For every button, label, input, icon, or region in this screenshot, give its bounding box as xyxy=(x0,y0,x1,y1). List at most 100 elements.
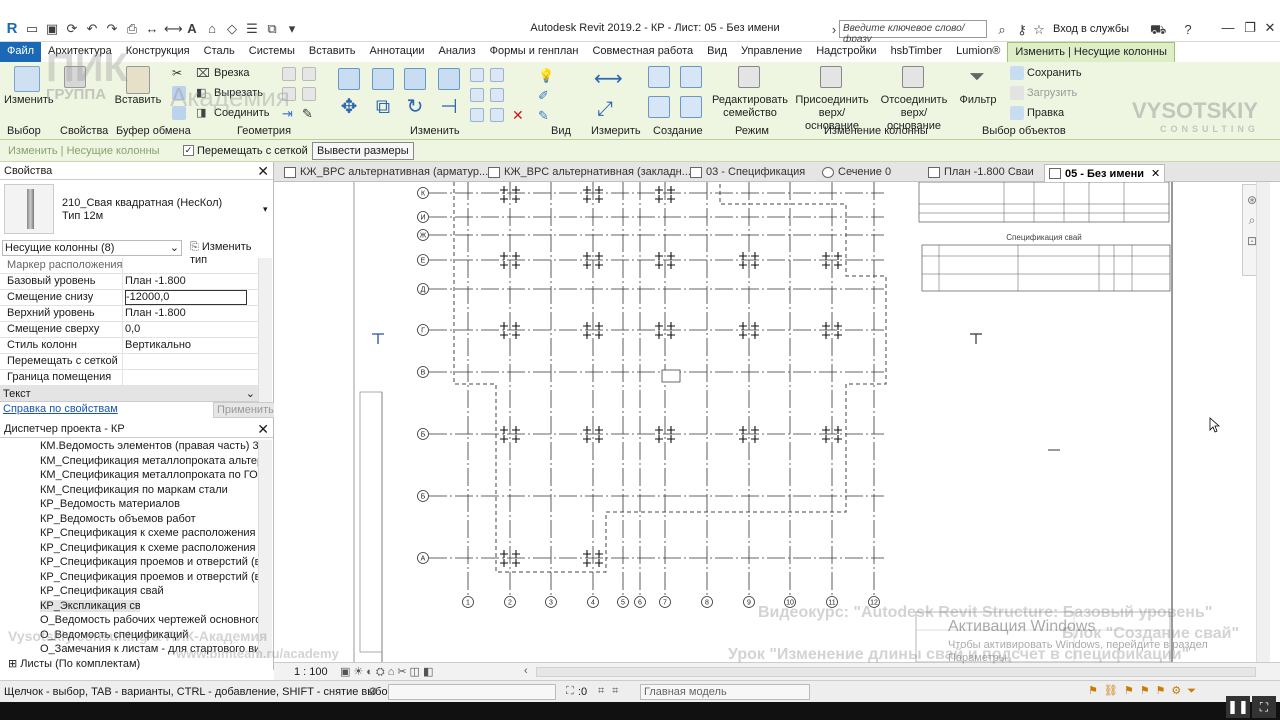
tab-manage[interactable]: Управление xyxy=(734,42,809,62)
instance-filter-dropdown[interactable]: Несущие колонны (8) ⌄ xyxy=(2,240,182,256)
pin-icon[interactable] xyxy=(470,108,484,122)
sync-icon[interactable]: ⟳ xyxy=(64,21,80,37)
split-gap-icon[interactable] xyxy=(490,68,504,82)
vertical-scrollbar[interactable] xyxy=(1256,182,1270,662)
mirror-axis-icon[interactable] xyxy=(404,68,426,90)
modify-arrow-icon[interactable] xyxy=(14,66,40,92)
rotate-icon[interactable]: ↻ xyxy=(404,96,426,118)
paste-button[interactable]: Вставить xyxy=(114,94,162,107)
browser-item[interactable]: КР_Спецификация проемов и отверстий (выс… xyxy=(40,556,258,568)
browser-item[interactable]: КР_Спецификация проемов и отверстий (выс… xyxy=(40,571,258,583)
binoculars-icon[interactable]: ⌕ xyxy=(994,22,1010,38)
tab-annotate[interactable]: Аннотации xyxy=(363,42,432,62)
close-icon[interactable]: ✕ xyxy=(257,162,269,180)
browser-item[interactable]: КМ_Спецификация по маркам стали xyxy=(40,484,258,496)
design-option-dropdown[interactable]: Главная модель xyxy=(640,684,810,700)
measure-line-icon[interactable]: ⤢ xyxy=(594,98,616,120)
cut-scissors-icon[interactable]: ✂ xyxy=(172,66,186,80)
scroll-left-icon[interactable]: ‹ xyxy=(524,665,528,677)
3d-view-icon[interactable]: ⌂ xyxy=(204,21,220,37)
filter-select-icon[interactable]: ⛶ xyxy=(566,685,574,698)
browser-item[interactable]: КМ_Спецификация металлопроката по ГОСТ xyxy=(40,469,258,481)
attach-top-base-icon[interactable] xyxy=(820,66,842,88)
qat-dropdown-icon[interactable]: ▾ xyxy=(284,21,300,37)
search-input[interactable]: Введите ключевое слово/фразу xyxy=(839,20,987,45)
close-tab-icon[interactable]: ✕ xyxy=(1151,168,1160,180)
save-selection-button[interactable]: Сохранить xyxy=(1027,67,1082,80)
edit-type-button[interactable]: ⎘ Изменить тип xyxy=(188,240,270,266)
fullscreen-icon[interactable]: ⛶ xyxy=(1252,696,1276,718)
create-group-icon[interactable] xyxy=(648,96,670,118)
move-icon[interactable]: ✥ xyxy=(338,96,360,118)
properties-help-link[interactable]: Справка по свойствам xyxy=(3,403,118,415)
save-selection-icon[interactable] xyxy=(1010,66,1024,80)
workset-dropdown[interactable] xyxy=(388,684,556,700)
cope-icon[interactable]: ⌧ xyxy=(196,66,210,80)
base-offset-input[interactable]: -12000,0 xyxy=(125,290,247,305)
tab-analyze[interactable]: Анализ xyxy=(431,42,482,62)
scale-icon[interactable] xyxy=(490,88,504,102)
view-tab[interactable]: КЖ_ВРС альтернативная (арматур... xyxy=(280,164,492,182)
edit-family-button[interactable]: Редактировать семейство xyxy=(712,94,788,120)
paint-icon[interactable] xyxy=(282,67,296,81)
design-options-icons[interactable]: ⌗⌗ xyxy=(598,685,626,698)
prop-value[interactable]: План -1.800 xyxy=(125,307,247,319)
minimize-button[interactable]: — xyxy=(1218,18,1238,38)
type-selector-dropdown-icon[interactable]: ▾ xyxy=(263,204,268,215)
browser-item[interactable]: КР_Спецификация к схеме расположения xyxy=(40,527,258,539)
prop-group-text[interactable]: Текст ⌄ xyxy=(0,386,258,402)
tab-hsbtimber[interactable]: hsbTimber xyxy=(884,42,950,62)
horizontal-scrollbar[interactable] xyxy=(536,667,1256,677)
browser-item[interactable]: КР_Ведомость объемов работ xyxy=(40,513,258,525)
tab-file[interactable]: Файл xyxy=(0,42,42,62)
measure-icon[interactable]: ↔ xyxy=(144,21,160,37)
view-tab-active[interactable]: 05 - Без имени ✕ xyxy=(1044,164,1166,182)
tab-systems[interactable]: Системы xyxy=(242,42,302,62)
paste-icon[interactable] xyxy=(126,66,150,94)
dimension-icon[interactable]: ⟷ xyxy=(164,21,183,37)
split-icon[interactable] xyxy=(470,68,484,82)
browser-item[interactable]: О_Ведомость рабочих чертежей основного к… xyxy=(40,614,258,626)
bulb-icon[interactable]: 💡 xyxy=(538,68,554,83)
browser-item[interactable]: КМ.Ведомость элементов (правая часть) 3.… xyxy=(40,440,258,452)
modify-button[interactable]: Изменить xyxy=(4,94,54,107)
view-scale[interactable]: 1 : 100 xyxy=(294,666,328,678)
hide-icon[interactable]: ✐ xyxy=(538,88,552,103)
detach-top-base-icon[interactable] xyxy=(902,66,924,88)
tab-view[interactable]: Вид xyxy=(700,42,734,62)
prop-value[interactable]: План -1.800 xyxy=(125,275,247,287)
tab-steel[interactable]: Сталь xyxy=(197,42,242,62)
browser-item[interactable]: КР_Ведомость материалов xyxy=(40,498,258,510)
browser-item[interactable]: КР_Спецификация свай xyxy=(40,585,258,597)
measure-dim-icon[interactable]: ⟷ xyxy=(594,68,623,90)
edit-selection-icon[interactable] xyxy=(1010,106,1024,120)
browser-item[interactable]: КР_Спецификация к схеме расположения фун… xyxy=(40,542,258,554)
offset-icon[interactable] xyxy=(372,68,394,90)
filter-icon[interactable]: ⏷ xyxy=(966,66,988,88)
mirror-draw-icon[interactable] xyxy=(438,68,460,90)
browser-item-selected[interactable]: КР_Экспликация свай xyxy=(40,600,140,612)
restore-button[interactable]: ❐ xyxy=(1240,18,1260,38)
expand-icon[interactable]: ⊞ xyxy=(8,658,20,670)
view-tab[interactable]: Сечение 0 xyxy=(818,164,895,182)
dropper-icon[interactable]: ✎ xyxy=(302,107,316,121)
view-tab[interactable]: План -1.800 Сваи xyxy=(924,164,1038,182)
cart-icon[interactable]: ⛟ xyxy=(1150,22,1166,38)
tab-modify-columns[interactable]: Изменить | Несущие колонны xyxy=(1007,42,1175,62)
create-assembly-icon[interactable] xyxy=(648,66,670,88)
save-icon[interactable]: ▣ xyxy=(44,21,60,37)
demolish-icon[interactable] xyxy=(302,87,316,101)
worksets-icon[interactable]: ⚙ xyxy=(368,685,378,698)
tab-collaborate[interactable]: Совместная работа xyxy=(585,42,700,62)
close-icon[interactable]: ✕ xyxy=(257,420,269,438)
trim-icon[interactable]: ⊣ xyxy=(438,96,460,118)
view-tab[interactable]: КЖ_ВРС альтернативная (закладн... xyxy=(484,164,695,182)
filter-button[interactable]: Фильтр xyxy=(958,94,998,107)
override-icon[interactable]: ✎ xyxy=(538,108,552,123)
section-icon[interactable]: ◇ xyxy=(224,21,240,37)
properties-scrollbar[interactable] xyxy=(258,258,272,402)
view-control-icons[interactable]: ▣☀◐⛭⌂✂◫◧ xyxy=(340,665,436,679)
subscription-icon[interactable]: ⚷ xyxy=(1014,22,1030,38)
align-tool-icon[interactable] xyxy=(338,68,360,90)
close-views-icon[interactable]: ⧉ xyxy=(264,21,280,37)
